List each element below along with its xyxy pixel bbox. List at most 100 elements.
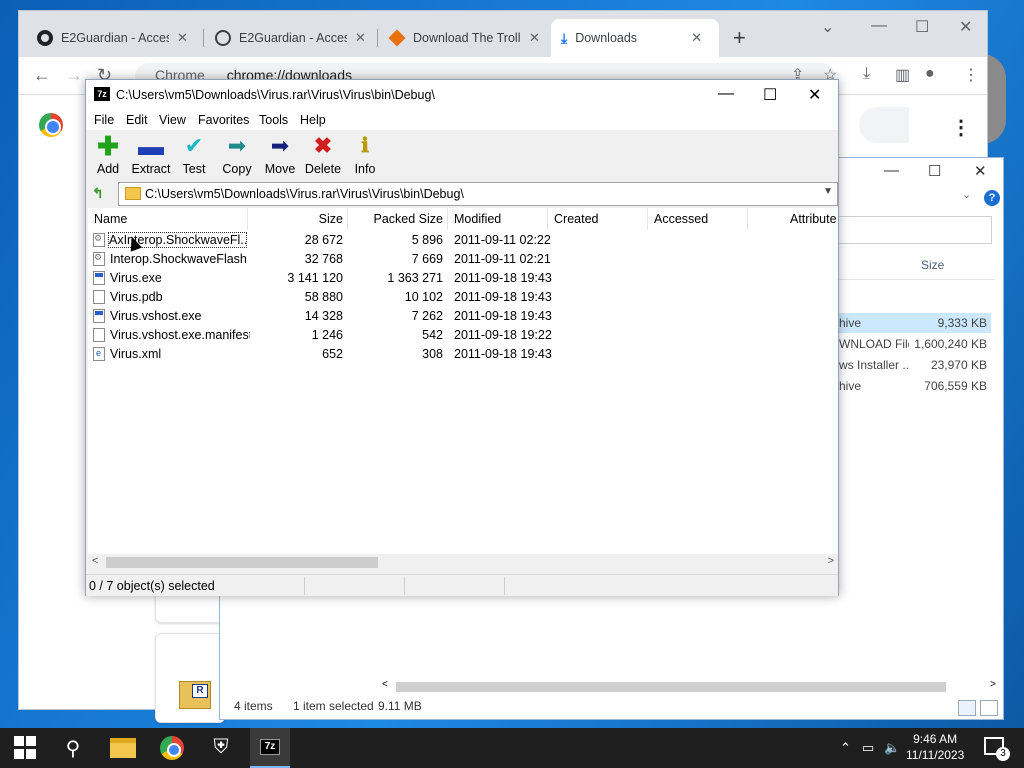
download-card xyxy=(155,633,225,723)
help-icon[interactable]: ? xyxy=(984,190,1000,206)
check-icon: ✔ xyxy=(184,133,204,158)
info-icon: ℹ xyxy=(361,135,369,157)
close-button[interactable]: ✕ xyxy=(974,162,987,180)
scrollbar-thumb[interactable] xyxy=(106,557,378,568)
explorer-search-box[interactable] xyxy=(838,216,992,244)
shield-icon[interactable]: ⛨ xyxy=(208,736,234,760)
maximize-button[interactable]: ☐ xyxy=(928,162,941,180)
explorer-horizontal-scrollbar[interactable]: < > xyxy=(380,678,1000,694)
minimize-button[interactable]: — xyxy=(884,162,899,179)
menu-edit[interactable]: Edit xyxy=(126,113,148,127)
file-size: 14 328 xyxy=(304,309,343,323)
chevron-down-icon[interactable]: ⌄ xyxy=(821,17,834,37)
scrollbar-thumb[interactable] xyxy=(396,682,946,692)
close-button[interactable]: ✕ xyxy=(959,17,972,37)
column-created[interactable]: Created xyxy=(548,208,648,230)
chrome-taskbar-icon[interactable] xyxy=(160,736,184,760)
menu-kebab-icon[interactable]: ⋮ xyxy=(963,65,979,85)
maximize-button[interactable]: ☐ xyxy=(915,17,929,37)
column-name[interactable]: Name xyxy=(88,208,248,230)
column-accessed[interactable]: Accessed xyxy=(648,208,748,230)
scroll-right-icon[interactable]: > xyxy=(990,679,996,690)
maximize-button[interactable]: ☐ xyxy=(763,85,777,105)
address-combo[interactable]: C:\Users\vm5\Downloads\Virus.rar\Virus\V… xyxy=(118,182,838,206)
file-modified: 2011-09-11 02:22 xyxy=(454,233,551,247)
tab-close-icon[interactable]: ✕ xyxy=(355,30,366,46)
column-packed-size[interactable]: Packed Size xyxy=(348,208,448,230)
chevron-down-icon[interactable]: ⌄ xyxy=(962,188,971,201)
back-arrow-icon[interactable]: ← xyxy=(33,65,51,86)
7zip-taskbar-icon[interactable]: 7z xyxy=(250,728,290,768)
speaker-muted-icon[interactable]: 🔈 xyxy=(884,740,900,756)
horizontal-scrollbar[interactable]: < > xyxy=(88,554,838,571)
info-button[interactable]: ℹ Info xyxy=(343,134,387,176)
file-packed-size: 5 896 xyxy=(411,233,443,247)
tab-close-icon[interactable]: ✕ xyxy=(691,30,702,46)
profile-icon[interactable]: ● xyxy=(925,65,935,83)
size-column-header[interactable]: Size xyxy=(921,258,944,272)
explorer-row[interactable]: hive 706,559 KB xyxy=(839,376,991,396)
network-icon[interactable]: ▭ xyxy=(862,740,874,756)
tab-title: Downloads xyxy=(575,31,638,45)
up-folder-icon[interactable]: ↰ xyxy=(92,185,104,202)
file-row[interactable]: Virus.xml 652 308 2011-09-18 19:43 xyxy=(88,345,838,364)
sidepanel-icon[interactable]: ▥ xyxy=(895,65,910,85)
file-row[interactable]: Virus.exe 3 141 120 1 363 271 2011-09-18… xyxy=(88,269,838,288)
tab-e2guardian-2[interactable]: E2Guardian - Access ✕ xyxy=(205,19,377,57)
file-row[interactable]: Virus.vshost.exe 14 328 7 262 2011-09-18… xyxy=(88,307,838,326)
tab-close-icon[interactable]: ✕ xyxy=(529,30,540,46)
forward-arrow-icon[interactable]: → xyxy=(65,65,83,86)
file-modified: 2011-09-18 19:43 xyxy=(454,309,552,323)
test-button[interactable]: ✔ Test xyxy=(172,133,216,177)
details-view-icon[interactable] xyxy=(958,700,976,716)
system-clock[interactable]: 9:46 AM 11/11/2023 xyxy=(906,731,964,763)
search-icon[interactable]: ⚲ xyxy=(60,736,86,760)
file-row[interactable]: AxInterop.ShockwaveFl... 28 672 5 896 20… xyxy=(88,231,838,250)
file-row[interactable]: Virus.vshost.exe.manifest 1 246 542 2011… xyxy=(88,326,838,345)
extract-button[interactable]: ▬ Extract xyxy=(129,133,173,176)
clock-date: 11/11/2023 xyxy=(906,748,965,762)
downloads-search-field[interactable] xyxy=(859,107,909,143)
download-icon: ⤓ xyxy=(561,29,568,46)
new-tab-button[interactable]: + xyxy=(733,25,746,51)
tab-downloads[interactable]: ⤓ Downloads ✕ xyxy=(551,19,719,57)
minimize-button[interactable]: — xyxy=(718,85,734,103)
minimize-button[interactable]: — xyxy=(871,17,887,35)
file-explorer-taskbar-icon[interactable] xyxy=(110,738,136,758)
tiles-view-icon[interactable] xyxy=(980,700,998,716)
add-button[interactable]: ✚ Add xyxy=(86,133,130,176)
notification-center-icon[interactable]: 3 xyxy=(984,737,1010,761)
column-modified[interactable]: Modified xyxy=(448,208,548,230)
column-attributes[interactable]: Attribute xyxy=(748,208,838,230)
tab-e2guardian-1[interactable]: E2Guardian - Access ✕ xyxy=(27,19,201,57)
download-toolbar-icon[interactable]: ⤓ xyxy=(863,65,870,83)
more-actions-icon[interactable]: ⋮ xyxy=(951,115,971,140)
start-button[interactable] xyxy=(14,736,40,760)
explorer-row[interactable]: hive 9,333 KB xyxy=(839,313,991,333)
file-row[interactable]: Interop.ShockwaveFlash... 32 768 7 669 2… xyxy=(88,250,838,269)
menu-file[interactable]: File xyxy=(94,113,114,127)
tab-download-troll[interactable]: Download The Troll ✕ xyxy=(379,19,551,57)
globe-icon xyxy=(215,30,231,46)
copy-button[interactable]: ➡ Copy xyxy=(215,134,259,177)
menu-tools[interactable]: Tools xyxy=(259,113,288,127)
file-name: Virus.pdb xyxy=(110,290,163,304)
file-row[interactable]: Virus.pdb 58 880 10 102 2011-09-18 19:43 xyxy=(88,288,838,307)
scroll-right-icon[interactable]: > xyxy=(828,555,834,567)
menu-view[interactable]: View xyxy=(159,113,186,127)
scroll-left-icon[interactable]: < xyxy=(92,555,98,567)
menu-help[interactable]: Help xyxy=(300,113,326,127)
tab-close-icon[interactable]: ✕ xyxy=(177,30,188,46)
move-button[interactable]: ➡ Move xyxy=(258,134,302,177)
menu-favorites[interactable]: Favorites xyxy=(198,113,249,127)
close-button[interactable]: ✕ xyxy=(808,85,821,105)
file-name: Interop.ShockwaveFlash... xyxy=(110,252,247,266)
explorer-row[interactable]: ws Installer ... 23,970 KB xyxy=(839,355,991,375)
delete-button[interactable]: ✖ Delete xyxy=(301,134,345,177)
chevron-down-icon[interactable]: ▼ xyxy=(823,186,833,197)
explorer-row[interactable]: WNLOAD File 1,600,240 KB xyxy=(839,334,991,354)
chevron-up-icon[interactable]: ⌃ xyxy=(840,740,851,756)
tab-title: E2Guardian - Access xyxy=(61,31,169,45)
scroll-left-icon[interactable]: < xyxy=(382,679,388,690)
column-size[interactable]: Size xyxy=(248,208,348,230)
